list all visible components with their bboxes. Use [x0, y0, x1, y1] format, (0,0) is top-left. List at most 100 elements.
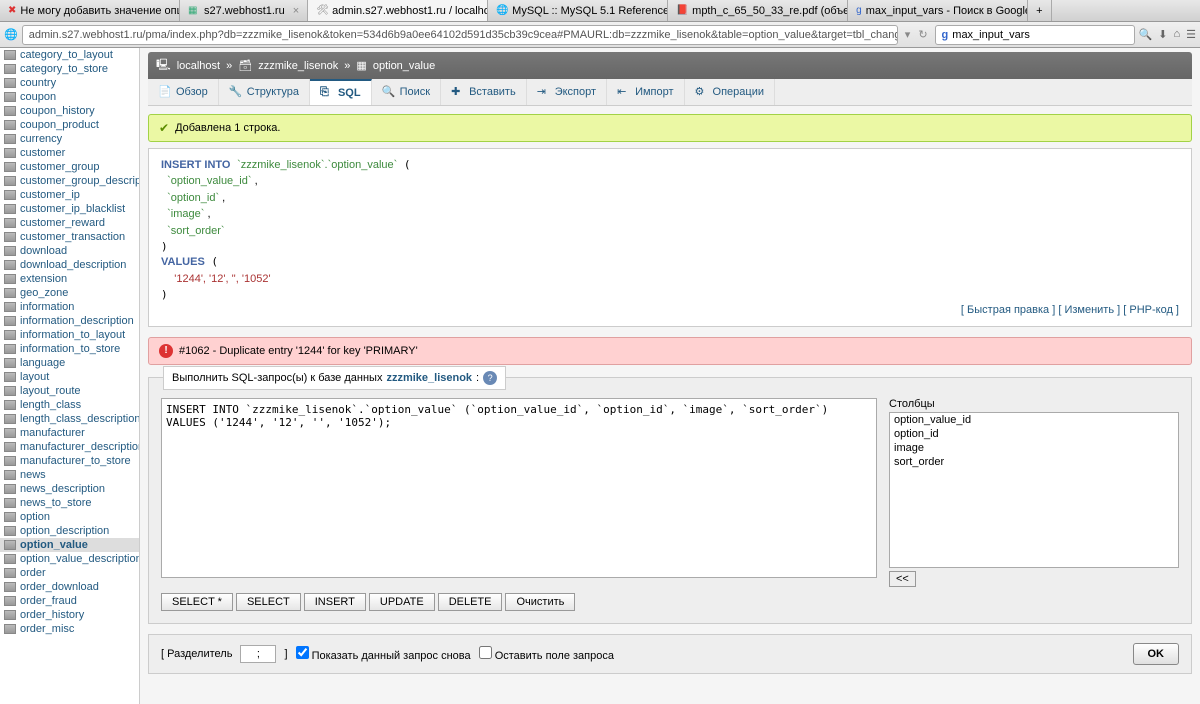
query-db-link[interactable]: zzzmike_lisenok [386, 372, 472, 384]
sidebar-table-item[interactable]: information [0, 300, 139, 314]
show-again-checkbox[interactable]: Показать данный запрос снова [296, 646, 471, 662]
sidebar-table-item[interactable]: customer_reward [0, 216, 139, 230]
column-option[interactable]: option_value_id [890, 413, 1178, 427]
browser-tab[interactable]: ✖Не могу добавить значение опции - Op...… [0, 0, 180, 21]
sidebar-table-item[interactable]: manufacturer_to_store [0, 454, 139, 468]
sidebar-table-item[interactable]: manufacturer [0, 426, 139, 440]
success-message: ✔ Добавлена 1 строка. [148, 114, 1192, 142]
quick-edit-link[interactable]: Быстрая правка [967, 304, 1049, 316]
sidebar-table-item[interactable]: manufacturer_description [0, 440, 139, 454]
sidebar-table-item[interactable]: information_to_layout [0, 328, 139, 342]
sidebar-table-item[interactable]: language [0, 356, 139, 370]
query-action-button[interactable]: SELECT [236, 593, 301, 611]
sidebar-table-item[interactable]: customer_group_descriptio [0, 174, 139, 188]
top-tab[interactable]: 🔍Поиск [372, 79, 441, 105]
table-name: language [20, 357, 65, 369]
breadcrumb-db[interactable]: zzzmike_lisenok [258, 60, 338, 72]
top-tab[interactable]: ✚Вставить [441, 79, 527, 105]
sidebar-table-item[interactable]: order [0, 566, 139, 580]
query-action-button[interactable]: DELETE [438, 593, 503, 611]
sidebar-table-item[interactable]: customer_group [0, 160, 139, 174]
column-option[interactable]: image [890, 441, 1178, 455]
sidebar-table-item[interactable]: geo_zone [0, 286, 139, 300]
browser-search[interactable]: g max_input_vars [935, 25, 1135, 45]
sidebar-table-item[interactable]: category_to_layout [0, 48, 139, 62]
top-tab[interactable]: 🔧Структура [219, 79, 310, 105]
query-action-button[interactable]: INSERT [304, 593, 366, 611]
new-tab-button[interactable]: + [1028, 0, 1052, 21]
sidebar-table-item[interactable]: layout [0, 370, 139, 384]
sql-textarea[interactable] [161, 398, 877, 578]
top-tab[interactable]: ⇤Импорт [607, 79, 684, 105]
top-tab[interactable]: ⇥Экспорт [527, 79, 607, 105]
sidebar-tables[interactable]: category_to_layoutcategory_to_storecount… [0, 48, 140, 704]
sidebar-table-item[interactable]: news_to_store [0, 496, 139, 510]
browser-tab[interactable]: 🛠admin.s27.webhost1.ru / localhost / zzz… [308, 0, 488, 21]
php-code-link[interactable]: PHP-код [1129, 304, 1173, 316]
browser-tab[interactable]: ▦s27.webhost1.ru× [180, 0, 308, 21]
download-icon[interactable]: ⬇ [1158, 28, 1167, 41]
sidebar-table-item[interactable]: option_value_description [0, 552, 139, 566]
sidebar-table-item[interactable]: order_misc [0, 622, 139, 636]
sidebar-table-item[interactable]: country [0, 76, 139, 90]
sidebar-table-item[interactable]: download_description [0, 258, 139, 272]
home-icon[interactable]: ⌂ [1173, 28, 1180, 41]
column-option[interactable]: option_id [890, 427, 1178, 441]
sidebar-table-item[interactable]: option [0, 510, 139, 524]
browser-tab[interactable]: 📕mpth_c_65_50_33_re.pdf (объект «appli..… [668, 0, 848, 21]
retain-box-checkbox[interactable]: Оставить поле запроса [479, 646, 614, 662]
browser-tab[interactable]: gmax_input_vars - Поиск в Google× [848, 0, 1028, 21]
sidebar-table-item[interactable]: download [0, 244, 139, 258]
help-icon[interactable]: ? [483, 371, 497, 385]
table-name: information_to_layout [20, 329, 125, 341]
table-name: customer_reward [20, 217, 105, 229]
close-icon[interactable]: × [293, 5, 299, 17]
columns-list[interactable]: option_value_idoption_idimagesort_order [889, 412, 1179, 568]
search-icon[interactable]: 🔍 [1139, 28, 1153, 41]
delimiter-input[interactable] [240, 645, 276, 663]
sidebar-table-item[interactable]: coupon_history [0, 104, 139, 118]
breadcrumb-host[interactable]: localhost [177, 60, 220, 72]
sidebar-table-item[interactable]: news_description [0, 482, 139, 496]
sidebar-table-item[interactable]: order_download [0, 580, 139, 594]
dropdown-icon[interactable]: ▾ [902, 28, 914, 41]
sidebar-table-item[interactable]: customer [0, 146, 139, 160]
sidebar-table-item[interactable]: information_to_store [0, 342, 139, 356]
sidebar-table-item[interactable]: option_description [0, 524, 139, 538]
table-name: news [20, 469, 46, 481]
sidebar-table-item[interactable]: category_to_store [0, 62, 139, 76]
sidebar-table-item[interactable]: customer_ip [0, 188, 139, 202]
top-tab[interactable]: 📄Обзор [148, 79, 219, 105]
insert-column-button[interactable]: << [889, 571, 916, 587]
url-input[interactable]: admin.s27.webhost1.ru/pma/index.php?db=z… [22, 25, 898, 45]
top-tab[interactable]: ⚙Операции [685, 79, 775, 105]
ok-button[interactable]: OK [1133, 643, 1180, 665]
reload-icon[interactable]: ↻ [915, 28, 930, 41]
sidebar-table-item[interactable]: coupon_product [0, 118, 139, 132]
sidebar-table-item[interactable]: length_class [0, 398, 139, 412]
query-action-button[interactable]: Очистить [505, 593, 575, 611]
sidebar-table-item[interactable]: order_fraud [0, 594, 139, 608]
menu-icon[interactable]: ☰ [1186, 28, 1196, 41]
browser-tab[interactable]: 🌐MySQL :: MySQL 5.1 Reference Manual :..… [488, 0, 668, 21]
sidebar-table-item[interactable]: customer_ip_blacklist [0, 202, 139, 216]
top-tab[interactable]: ⎘SQL [310, 79, 372, 105]
sidebar-table-item[interactable]: news [0, 468, 139, 482]
column-option[interactable]: sort_order [890, 455, 1178, 469]
sidebar-table-item[interactable]: information_description [0, 314, 139, 328]
edit-link[interactable]: Изменить [1064, 304, 1114, 316]
table-icon [4, 288, 16, 298]
breadcrumb-table[interactable]: option_value [373, 60, 435, 72]
sidebar-table-item[interactable]: length_class_description [0, 412, 139, 426]
sidebar-table-item[interactable]: extension [0, 272, 139, 286]
sidebar-table-item[interactable]: option_value [0, 538, 139, 552]
query-action-button[interactable]: SELECT * [161, 593, 233, 611]
check-icon: ✔ [159, 121, 169, 135]
sidebar-table-item[interactable]: order_history [0, 608, 139, 622]
sidebar-table-item[interactable]: coupon [0, 90, 139, 104]
table-name: category_to_layout [20, 49, 113, 61]
sidebar-table-item[interactable]: currency [0, 132, 139, 146]
sidebar-table-item[interactable]: layout_route [0, 384, 139, 398]
query-action-button[interactable]: UPDATE [369, 593, 435, 611]
sidebar-table-item[interactable]: customer_transaction [0, 230, 139, 244]
